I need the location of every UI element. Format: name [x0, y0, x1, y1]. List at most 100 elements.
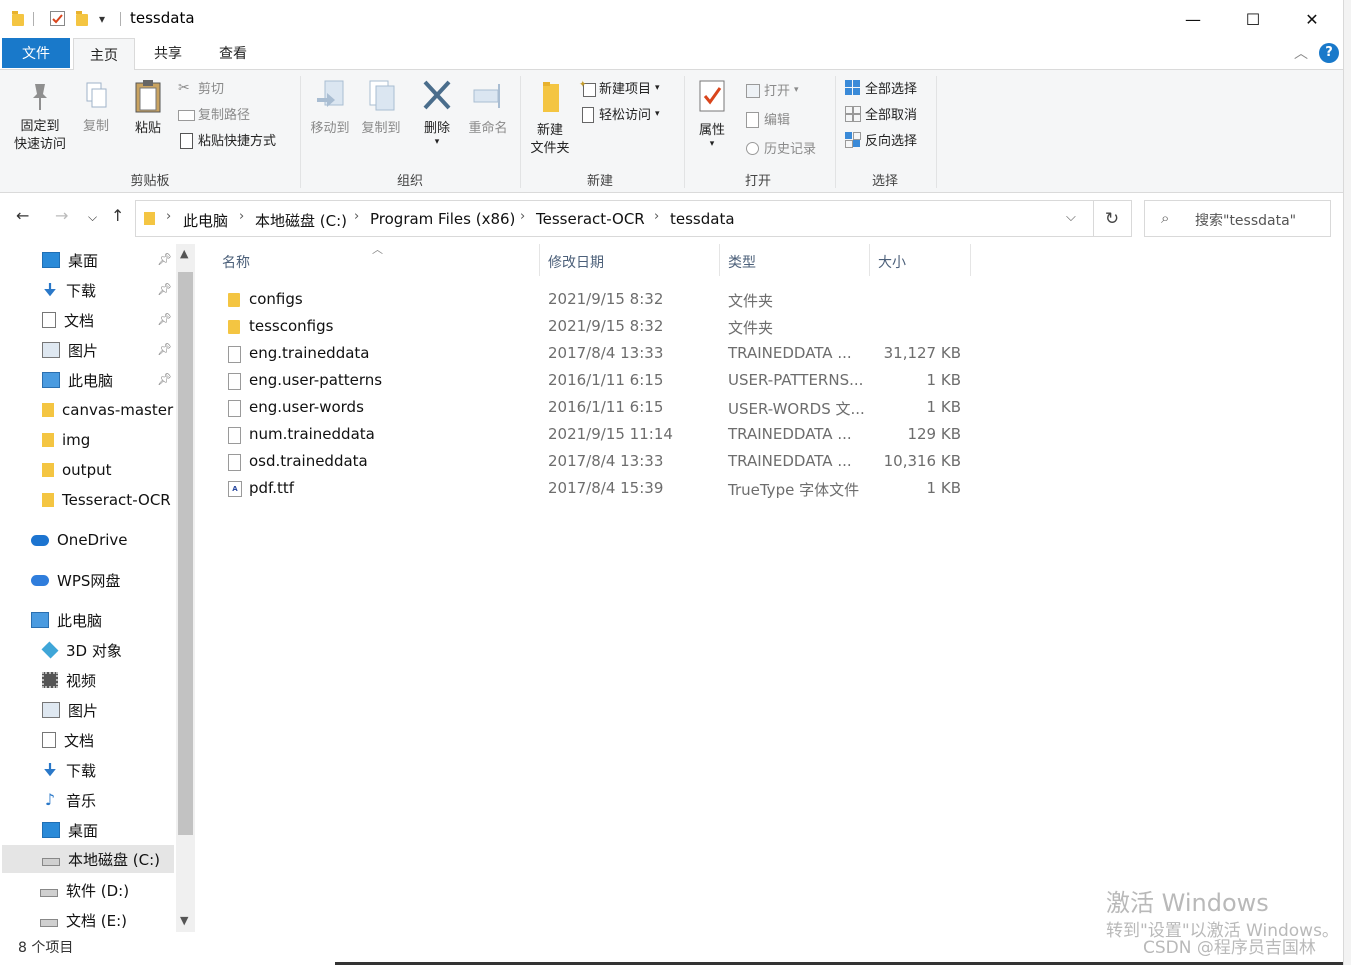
close-button[interactable]: ✕: [1289, 0, 1335, 38]
nav-item-onedrive[interactable]: OneDrive: [31, 526, 128, 554]
qat-dropdown-icon[interactable]: ▾: [99, 12, 105, 26]
nav-item-local-disk-c[interactable]: 本地磁盘 (C:): [2, 845, 174, 873]
collapse-ribbon-icon[interactable]: ︿: [1294, 43, 1308, 63]
column-divider[interactable]: [539, 244, 540, 276]
open-button[interactable]: 打开 ▾: [744, 80, 799, 99]
address-history-icon[interactable]: ⌵: [1066, 210, 1076, 225]
copy-path-button[interactable]: 复制路径: [178, 104, 250, 123]
rename-button[interactable]: 重命名: [462, 78, 514, 138]
back-arrow-icon[interactable]: ←: [16, 206, 29, 225]
nav-item-wps[interactable]: WPS网盘: [31, 566, 120, 594]
easy-access-button[interactable]: 轻松访问 ▾: [579, 104, 660, 123]
file-row[interactable]: eng.traineddata 2017/8/4 13:33 TRAINEDDA…: [222, 340, 982, 367]
chevron-right-icon[interactable]: ›: [654, 209, 659, 224]
pin-quick-access-button[interactable]: 固定到 快速访问: [6, 80, 74, 154]
nav-item-this-pc[interactable]: 此电脑: [42, 366, 113, 394]
nav-label: 视频: [66, 671, 97, 690]
copy-to-button[interactable]: 复制到: [355, 78, 407, 138]
nav-scroll-thumb[interactable]: [178, 272, 193, 835]
file-row[interactable]: tessconfigs 2021/9/15 8:32 文件夹: [222, 313, 982, 340]
tab-share[interactable]: 共享: [139, 38, 197, 68]
recent-locations-icon[interactable]: ⌵: [88, 210, 97, 225]
search-box[interactable]: ⌕ 搜索"tessdata": [1144, 200, 1331, 237]
cut-button[interactable]: ✂ 剪切: [178, 78, 224, 98]
column-header-date[interactable]: 修改日期: [548, 252, 604, 272]
group-separator: [520, 76, 521, 188]
nav-item-output[interactable]: output: [42, 456, 111, 484]
column-divider[interactable]: [719, 244, 720, 276]
chevron-right-icon[interactable]: ›: [520, 209, 525, 224]
nav-item-documents[interactable]: 文档: [42, 306, 94, 334]
breadcrumb-tessdata[interactable]: tessdata: [670, 210, 735, 228]
nav-item-pictures-pc[interactable]: 图片: [42, 696, 98, 724]
new-folder-icon[interactable]: [76, 11, 88, 26]
pin-icon[interactable]: 📌︎: [157, 282, 172, 296]
help-icon[interactable]: ?: [1319, 43, 1339, 63]
file-row[interactable]: osd.traineddata 2017/8/4 13:33 TRAINEDDA…: [222, 448, 982, 475]
file-row[interactable]: A pdf.ttf 2017/8/4 15:39 TrueType 字体文件 1…: [222, 475, 982, 502]
nav-item-downloads-pc[interactable]: 🠋 下载: [42, 756, 96, 784]
column-header-type[interactable]: 类型: [728, 252, 756, 272]
chevron-right-icon[interactable]: ›: [354, 209, 359, 224]
scroll-up-icon[interactable]: ▲: [180, 247, 188, 260]
nav-item-this-pc-root[interactable]: 此电脑: [31, 606, 102, 634]
column-header-name[interactable]: 名称: [222, 252, 250, 272]
pin-icon[interactable]: 📌︎: [157, 252, 172, 266]
select-all-button[interactable]: 全部选择: [845, 78, 917, 97]
address-bar[interactable]: › 此电脑 › 本地磁盘 (C:) › Program Files (x86) …: [135, 200, 1094, 237]
up-arrow-icon[interactable]: ↑: [111, 206, 124, 225]
nav-item-downloads[interactable]: 🠋 下载: [42, 276, 96, 304]
forward-arrow-icon[interactable]: →: [55, 206, 68, 225]
nav-item-drive-e[interactable]: 文档 (E:): [40, 906, 127, 934]
delete-button[interactable]: 删除 ▾: [414, 78, 460, 147]
select-none-button[interactable]: 全部取消: [845, 104, 917, 123]
breadcrumb-tesseract-ocr[interactable]: Tesseract-OCR: [536, 210, 645, 228]
tab-view[interactable]: 查看: [204, 38, 262, 68]
properties-icon: [699, 80, 725, 112]
pin-icon[interactable]: 📌︎: [157, 312, 172, 326]
invert-selection-button[interactable]: 反向选择: [845, 130, 917, 149]
minimize-button[interactable]: —: [1170, 0, 1216, 38]
move-to-button[interactable]: 移动到: [304, 78, 356, 138]
new-item-button[interactable]: ✦ 新建项目 ▾: [579, 78, 660, 98]
pin-icon[interactable]: 📌︎: [157, 372, 172, 386]
maximize-button[interactable]: ☐: [1230, 0, 1276, 38]
nav-item-documents-pc[interactable]: 文档: [42, 726, 94, 754]
column-header-size[interactable]: 大小: [878, 252, 906, 272]
breadcrumb-this-pc[interactable]: 此电脑: [183, 210, 228, 231]
file-row[interactable]: num.traineddata 2021/9/15 11:14 TRAINEDD…: [222, 421, 982, 448]
nav-item-img[interactable]: img: [42, 426, 90, 454]
nav-item-drive-d[interactable]: 软件 (D:): [40, 876, 129, 904]
breadcrumb-program-files[interactable]: Program Files (x86): [370, 210, 515, 228]
refresh-button[interactable]: ↻: [1093, 200, 1132, 237]
breadcrumb-local-disk-c[interactable]: 本地磁盘 (C:): [255, 210, 347, 231]
properties-button[interactable]: 属性 ▾: [690, 78, 734, 149]
properties-icon[interactable]: [50, 11, 65, 26]
tab-file[interactable]: 文件: [2, 38, 70, 68]
file-row[interactable]: eng.user-patterns 2016/1/11 6:15 USER-PA…: [222, 367, 982, 394]
nav-item-pictures[interactable]: 图片: [42, 336, 98, 364]
file-row[interactable]: configs 2021/9/15 8:32 文件夹: [222, 286, 982, 313]
paste-button[interactable]: 粘贴: [126, 78, 170, 138]
column-divider[interactable]: [869, 244, 870, 276]
nav-item-tesseract-ocr[interactable]: Tesseract-OCR: [42, 486, 171, 514]
edit-button[interactable]: 编辑: [744, 109, 790, 128]
paste-shortcut-button[interactable]: 粘贴快捷方式: [178, 130, 276, 149]
nav-item-canvas-master[interactable]: canvas-master: [42, 396, 173, 424]
tab-home[interactable]: 主页: [73, 38, 135, 70]
nav-item-videos[interactable]: 视频: [42, 666, 96, 694]
copy-button[interactable]: 复制: [76, 80, 116, 136]
nav-item-music[interactable]: ♪ 音乐: [42, 786, 96, 814]
new-folder-button[interactable]: 新建 文件夹: [524, 78, 576, 158]
nav-item-desktop[interactable]: 桌面: [42, 246, 98, 274]
chevron-right-icon[interactable]: ›: [166, 209, 171, 224]
pin-icon[interactable]: 📌︎: [157, 342, 172, 356]
nav-item-desktop-pc[interactable]: 桌面: [42, 816, 98, 844]
history-button[interactable]: 历史记录: [744, 138, 816, 157]
file-row[interactable]: eng.user-words 2016/1/11 6:15 USER-WORDS…: [222, 394, 982, 421]
nav-item-3d-objects[interactable]: 3D 对象: [41, 636, 122, 664]
column-divider[interactable]: [970, 244, 971, 276]
scroll-down-icon[interactable]: ▼: [180, 914, 188, 927]
chevron-right-icon[interactable]: ›: [239, 209, 244, 224]
file-size: 10,316 KB: [883, 452, 961, 470]
